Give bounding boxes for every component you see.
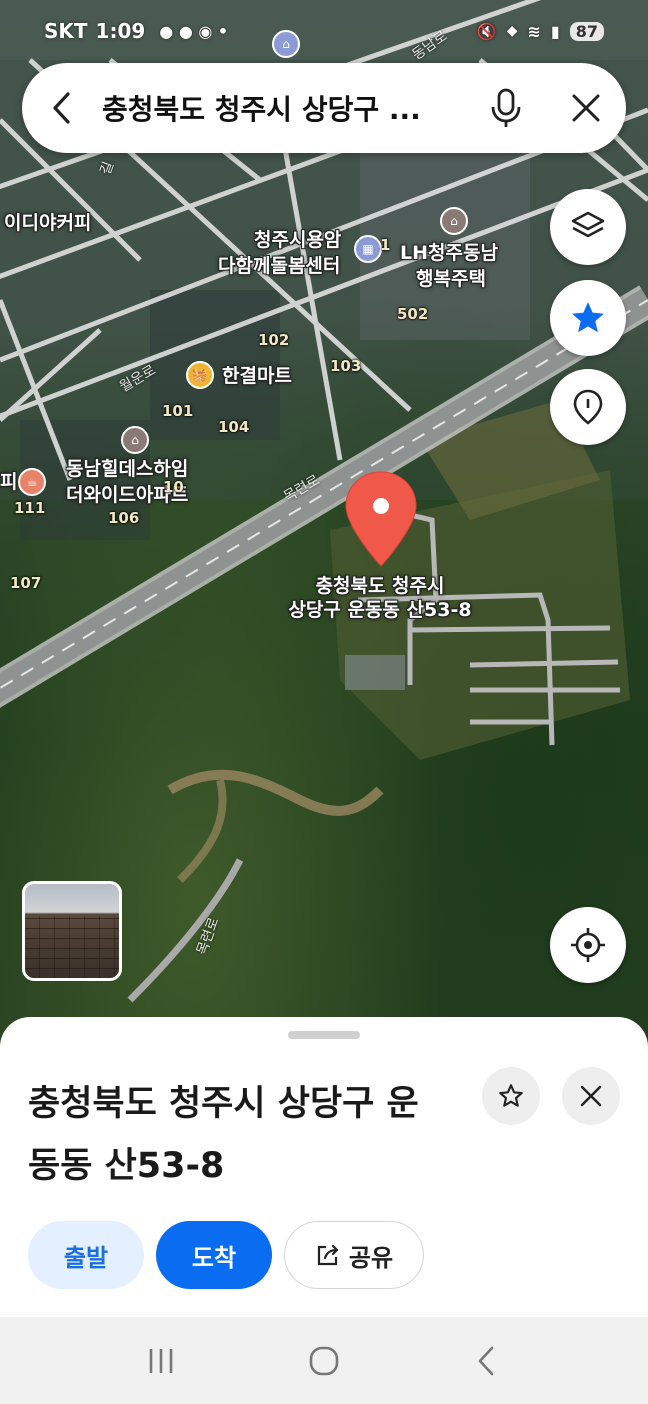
clear-search-button[interactable] xyxy=(546,63,626,153)
depart-button[interactable]: 출발 xyxy=(28,1221,144,1289)
layers-button[interactable] xyxy=(550,189,626,265)
pin-label-line2: 상당구 운동동 산53-8 xyxy=(288,599,472,621)
close-icon xyxy=(572,94,600,122)
poi-label-care-center-2[interactable]: 다함께돌봄센터 xyxy=(218,254,340,278)
current-location-button[interactable] xyxy=(550,907,626,983)
share-label: 공유 xyxy=(348,1243,394,1272)
pin-label-line1: 충청북도 청주시 xyxy=(315,575,445,597)
chevron-left-icon xyxy=(53,92,70,124)
cafe-icon[interactable]: ☕ xyxy=(18,468,46,496)
mic-icon xyxy=(491,88,521,127)
back-button[interactable] xyxy=(22,63,102,153)
building-number: 502 xyxy=(397,305,429,323)
system-navigation-bar xyxy=(0,1317,648,1404)
carrier-label: SKT xyxy=(44,19,88,43)
building-number: 107 xyxy=(10,574,42,592)
recent-apps-button[interactable] xyxy=(121,1331,201,1391)
poi-label-lh-2[interactable]: 행복주택 xyxy=(416,267,486,291)
building-number: 1 xyxy=(380,236,391,254)
place-bottom-sheet[interactable]: 충청북도 청주시 상당구 운동동 산53-8 출발 도착 공유 xyxy=(0,1017,648,1317)
notification-icons: ● ● ◉ • xyxy=(159,21,229,41)
pin-label: 충청북도 청주시 상당구 운동동 산53-8 xyxy=(260,574,500,622)
apartment-icon[interactable]: ⌂ xyxy=(121,426,149,454)
favorites-button[interactable] xyxy=(550,280,626,356)
home-circle-icon xyxy=(309,1346,339,1375)
search-query[interactable]: 충청북도 청주시 상당구 ... xyxy=(102,88,466,128)
building-number: 103 xyxy=(330,357,362,375)
drag-handle[interactable] xyxy=(288,1031,360,1039)
location-pin-icon[interactable] xyxy=(344,470,418,570)
system-back-button[interactable] xyxy=(447,1331,527,1391)
building-icon[interactable]: ⌂ xyxy=(440,207,468,235)
search-bar[interactable]: 충청북도 청주시 상당구 ... xyxy=(22,63,626,153)
location-pin-outline-icon xyxy=(573,389,603,425)
my-places-button[interactable] xyxy=(550,369,626,445)
location-icon: ◆ xyxy=(506,23,518,39)
building-number: 101 xyxy=(162,402,194,420)
mart-icon[interactable]: 🧺 xyxy=(186,361,214,389)
share-button[interactable]: 공유 xyxy=(284,1221,424,1289)
save-place-button[interactable] xyxy=(482,1067,540,1125)
star-icon xyxy=(572,302,604,333)
crosshair-icon xyxy=(571,928,605,962)
mute-icon: 🔇 xyxy=(476,21,497,41)
building-number: 111 xyxy=(14,499,46,517)
back-arrow-icon xyxy=(478,1346,493,1375)
poi-label-care-center-1[interactable]: 청주시용암 xyxy=(254,228,341,252)
wifi-icon: ≋ xyxy=(527,21,541,41)
close-icon xyxy=(580,1085,602,1107)
building-number: 104 xyxy=(218,418,250,436)
home-button[interactable] xyxy=(284,1331,364,1391)
share-icon xyxy=(317,1244,339,1266)
place-title: 충청북도 청주시 상당구 운동동 산53-8 xyxy=(28,1084,419,1186)
star-outline-icon xyxy=(499,1084,523,1107)
arrive-button[interactable]: 도착 xyxy=(156,1221,272,1289)
building-number: 10 xyxy=(163,478,184,496)
care-center-icon[interactable]: ▦ xyxy=(354,235,382,263)
building-number: 106 xyxy=(108,509,140,527)
status-bar: SKT 1:09 ● ● ◉ • 🔇 ◆ ≋ ▮ 87 xyxy=(0,0,648,62)
street-photo-thumbnail[interactable] xyxy=(22,881,122,981)
close-sheet-button[interactable] xyxy=(562,1067,620,1125)
poi-label-cafe[interactable]: 이디야커피 xyxy=(4,211,91,235)
clock: 1:09 xyxy=(95,19,146,43)
system-icons: 🔇 ◆ ≋ ▮ 87 xyxy=(476,21,604,41)
battery-indicator: 87 xyxy=(569,21,604,41)
layers-icon xyxy=(571,211,605,238)
signal-icon: ▮ xyxy=(550,21,560,41)
photo-content xyxy=(25,916,119,978)
poi-label-lh-1[interactable]: LH청주동남 xyxy=(400,241,498,265)
building-number: 102 xyxy=(258,331,290,349)
recent-apps-icon xyxy=(150,1348,173,1373)
map-view[interactable]: ⌂ ▦ 🧺 ⌂ ☕ ⌂ 이디야커피 청주시용암 다함께돌봄센터 LH청주동남 행… xyxy=(0,0,648,1060)
action-buttons: 출발 도착 공유 xyxy=(28,1221,424,1289)
voice-search-button[interactable] xyxy=(466,63,546,153)
poi-label-mart[interactable]: 한결마트 xyxy=(222,364,292,388)
poi-label-cafe-edge[interactable]: 피 xyxy=(0,470,17,494)
